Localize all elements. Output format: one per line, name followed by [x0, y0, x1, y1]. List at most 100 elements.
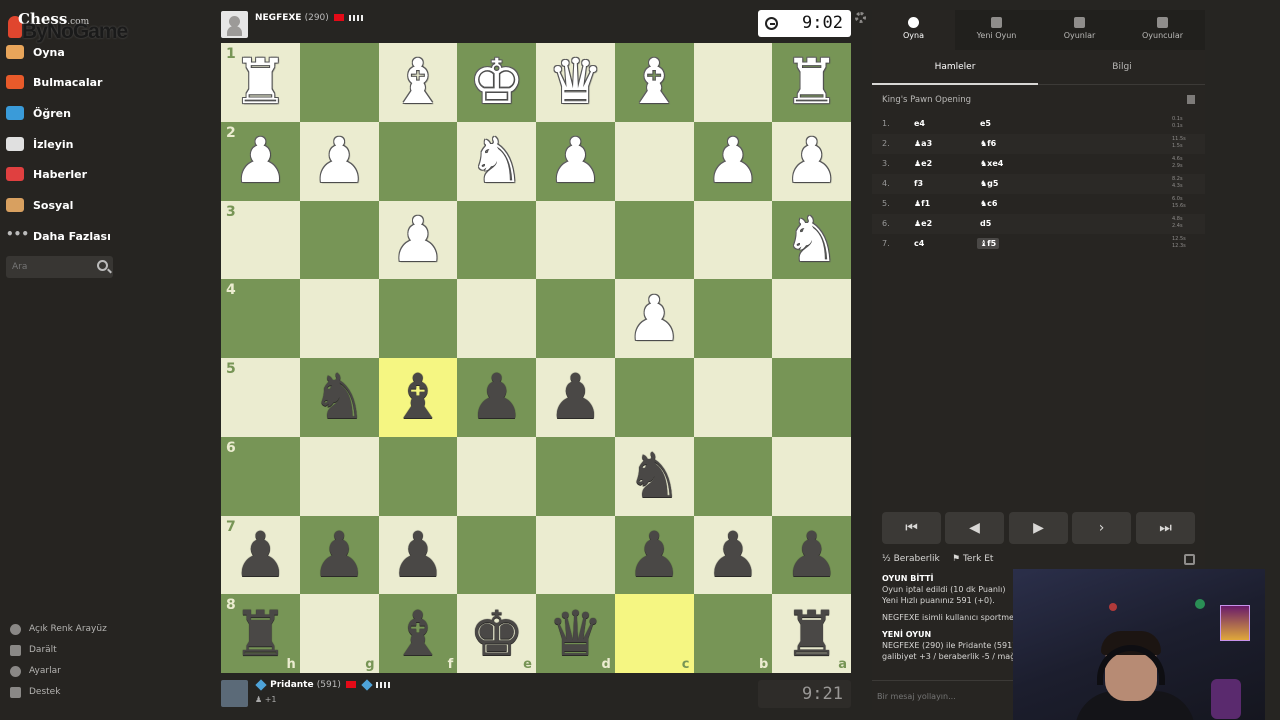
board-square[interactable] [536, 279, 615, 358]
board-square[interactable]: 3 [221, 200, 300, 280]
white-move[interactable]: ♟e2 [914, 159, 932, 168]
white-move[interactable]: ♟a3 [914, 139, 932, 148]
white-pawn-icon[interactable]: ♟ [221, 122, 300, 201]
board-square[interactable] [457, 515, 536, 595]
white-bishop-icon[interactable]: ♝ [615, 43, 694, 122]
black-pawn-icon[interactable]: ♟ [457, 358, 536, 437]
black-pawn-icon[interactable]: ♟ [221, 516, 300, 595]
board-square[interactable]: 4 [221, 279, 300, 358]
white-rook-icon[interactable]: ♜ [221, 43, 300, 122]
tab-players[interactable]: Oyuncular [1121, 10, 1204, 50]
board-square[interactable] [693, 200, 773, 280]
board-square[interactable] [693, 436, 773, 516]
collapse-button[interactable]: Darält [10, 641, 57, 659]
flip-board-icon[interactable] [1184, 554, 1195, 565]
white-king-icon[interactable]: ♚ [457, 43, 536, 122]
resign-button[interactable]: ⚑ Terk Et [952, 554, 993, 564]
sidebar-item-puzzles[interactable]: Bulmacalar [6, 71, 118, 93]
support-button[interactable]: Destek [10, 683, 60, 701]
board-square[interactable] [614, 200, 694, 280]
board-square[interactable] [299, 43, 379, 122]
next-move-button[interactable]: › [1072, 512, 1131, 544]
board-square[interactable]: b [693, 594, 773, 673]
black-move[interactable]: ♞f6 [980, 139, 996, 148]
black-move[interactable]: d5 [980, 219, 991, 228]
board-square[interactable]: g [299, 594, 379, 673]
white-move[interactable]: c4 [914, 239, 924, 248]
tab-games[interactable]: Oyunlar [1038, 10, 1121, 50]
board-square[interactable] [693, 358, 773, 437]
white-knight-icon[interactable]: ♞ [772, 201, 851, 280]
white-move[interactable]: ♟e2 [914, 219, 932, 228]
board-square[interactable] [536, 200, 615, 280]
board-square[interactable] [457, 279, 536, 358]
black-pawn-icon[interactable]: ♟ [379, 516, 458, 595]
search-icon[interactable] [97, 260, 108, 271]
black-bishop-icon[interactable]: ♝ [379, 594, 458, 673]
board-square[interactable] [772, 279, 851, 358]
previous-move-button[interactable]: ◀ [945, 512, 1004, 544]
board-square[interactable] [772, 436, 851, 516]
board-square[interactable] [378, 121, 458, 201]
board-square[interactable] [536, 436, 615, 516]
board-square[interactable] [299, 436, 379, 516]
black-king-icon[interactable]: ♚ [457, 594, 536, 673]
play-button[interactable]: ▶ [1009, 512, 1068, 544]
sidebar-item-more[interactable]: ••• Daha Fazlası [6, 225, 118, 247]
black-pawn-icon[interactable]: ♟ [694, 516, 773, 595]
black-move[interactable]: ♞g5 [980, 179, 998, 188]
board-square[interactable] [299, 200, 379, 280]
board-square[interactable] [693, 43, 773, 122]
black-knight-icon[interactable]: ♞ [300, 358, 379, 437]
book-icon[interactable] [1187, 95, 1195, 104]
white-bishop-icon[interactable]: ♝ [379, 43, 458, 122]
board-square[interactable] [457, 200, 536, 280]
black-rook-icon[interactable]: ♜ [772, 594, 851, 673]
board-square[interactable] [693, 279, 773, 358]
white-pawn-icon[interactable]: ♟ [772, 122, 851, 201]
black-bishop-icon[interactable]: ♝ [379, 358, 458, 437]
black-pawn-icon[interactable]: ♟ [772, 516, 851, 595]
highlighted-square[interactable]: c [614, 594, 694, 673]
white-pawn-icon[interactable]: ♟ [300, 122, 379, 201]
black-knight-icon[interactable]: ♞ [615, 437, 694, 516]
black-rook-icon[interactable]: ♜ [221, 594, 300, 673]
settings-button[interactable]: Ayarlar [10, 662, 61, 680]
player-name[interactable]: NEGFEXE [255, 13, 301, 23]
black-pawn-icon[interactable]: ♟ [615, 516, 694, 595]
board-square[interactable] [457, 436, 536, 516]
board-square[interactable] [378, 436, 458, 516]
white-move[interactable]: ♟f1 [914, 199, 930, 208]
white-move[interactable]: f3 [914, 179, 923, 188]
white-rook-icon[interactable]: ♜ [772, 43, 851, 122]
black-move[interactable]: ♞c6 [980, 199, 997, 208]
draw-button[interactable]: ½ Beraberlik [882, 554, 940, 564]
white-pawn-icon[interactable]: ♟ [615, 279, 694, 358]
tab-info[interactable]: Bilgi [1039, 55, 1205, 85]
sidebar-search[interactable] [6, 256, 113, 278]
board-square[interactable]: 5 [221, 358, 300, 437]
board-square[interactable] [299, 279, 379, 358]
white-queen-icon[interactable]: ♛ [536, 43, 615, 122]
black-move[interactable]: ♝f5 [977, 238, 1000, 249]
avatar[interactable] [221, 680, 248, 707]
board-square[interactable] [614, 121, 694, 201]
white-pawn-icon[interactable]: ♟ [536, 122, 615, 201]
board-square[interactable] [772, 358, 851, 437]
white-move[interactable]: e4 [914, 119, 925, 128]
white-pawn-icon[interactable]: ♟ [379, 201, 458, 280]
last-move-button[interactable]: ⏭ [1136, 512, 1195, 544]
player-name[interactable]: Pridante [270, 680, 313, 690]
white-knight-icon[interactable]: ♞ [457, 122, 536, 201]
board-square[interactable] [378, 279, 458, 358]
board-square[interactable] [614, 358, 694, 437]
sidebar-item-social[interactable]: Sosyal [6, 194, 118, 216]
black-pawn-icon[interactable]: ♟ [536, 358, 615, 437]
black-queen-icon[interactable]: ♛ [536, 594, 615, 673]
sidebar-item-news[interactable]: Haberler [6, 163, 118, 185]
tab-moves[interactable]: Hamleler [872, 55, 1038, 85]
sidebar-item-learn[interactable]: Öğren [6, 102, 118, 124]
avatar[interactable] [221, 11, 248, 38]
sidebar-item-play[interactable]: Oyna [6, 41, 118, 63]
first-move-button[interactable]: ⏮ [882, 512, 941, 544]
